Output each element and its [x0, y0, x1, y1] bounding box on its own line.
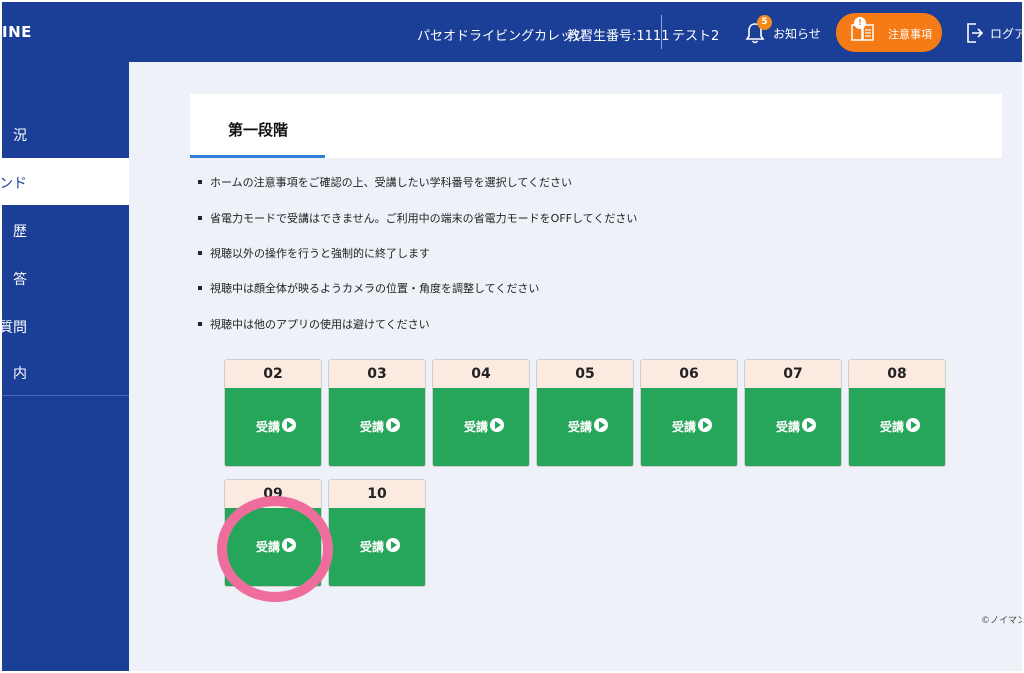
news-link[interactable]: お知らせ	[773, 25, 821, 42]
play-icon	[594, 418, 608, 432]
lesson-tile-08: 08 受講	[848, 359, 946, 467]
lesson-number: 02	[225, 360, 321, 388]
attend-button-label: 受講	[256, 540, 281, 554]
attend-button[interactable]: 受講	[641, 388, 737, 466]
attend-button[interactable]: 受講	[225, 388, 321, 466]
play-icon	[386, 538, 400, 552]
play-icon	[490, 418, 504, 432]
attend-button-label: 受講	[568, 420, 593, 434]
copyright: ©ノイマン	[981, 616, 1022, 626]
play-icon	[282, 418, 296, 432]
attend-button-label: 受講	[360, 420, 385, 434]
sidebar-item-label: 答	[13, 272, 27, 288]
lesson-tile-05: 05 受講	[536, 359, 634, 467]
notice-button-label: 注意事項	[888, 28, 932, 41]
app-frame: INE パセオドライビングカレッジ 教習生番号:1111 テスト2 5 お知らせ…	[2, 2, 1022, 671]
attend-button[interactable]: 受講	[745, 388, 841, 466]
play-icon	[282, 538, 296, 552]
sidebar-item-history[interactable]: 歴	[2, 206, 129, 253]
sidebar-item-answers[interactable]: 答	[2, 254, 129, 301]
attend-button[interactable]: 受講	[329, 388, 425, 466]
sidebar-item-label: 況	[13, 128, 27, 144]
sidebar-item-status[interactable]: 況	[2, 110, 129, 157]
attend-button-label: 受講	[256, 420, 281, 434]
attend-button[interactable]: 受講	[329, 508, 425, 586]
sidebar-item-label: 内	[13, 366, 27, 382]
stage-tab-header: 第一段階	[190, 94, 1002, 158]
play-icon	[906, 418, 920, 432]
brand-logo[interactable]: INE	[2, 23, 32, 41]
lesson-number: 03	[329, 360, 425, 388]
lesson-number: 10	[329, 480, 425, 508]
notice-button[interactable]: ! 注意事項	[836, 13, 942, 52]
lesson-number: 07	[745, 360, 841, 388]
top-bar: INE パセオドライビングカレッジ 教習生番号:1111 テスト2 5 お知らせ…	[2, 2, 1022, 62]
lesson-tile-02: 02 受講	[224, 359, 322, 467]
sidebar-item-label: マンド	[2, 176, 27, 192]
attend-button-label: 受講	[880, 420, 905, 434]
play-icon	[698, 418, 712, 432]
attend-button-label: 受講	[464, 420, 489, 434]
header-divider	[661, 15, 662, 49]
lesson-tile-09: 09 受講	[224, 479, 322, 587]
school-name: パセオドライビングカレッジ	[417, 29, 587, 44]
sidebar-item-label: 歴	[13, 224, 27, 240]
lesson-number: 05	[537, 360, 633, 388]
lesson-tile-10: 10 受講	[328, 479, 426, 587]
news-count-badge: 5	[757, 15, 772, 30]
sidebar-item-label: る質問	[2, 320, 27, 336]
attend-button[interactable]: 受講	[537, 388, 633, 466]
sidebar-divider	[2, 395, 129, 396]
logout-icon[interactable]	[966, 22, 984, 44]
attend-button-label: 受講	[672, 420, 697, 434]
lesson-tile-07: 07 受講	[744, 359, 842, 467]
logout-link[interactable]: ログア	[990, 25, 1022, 42]
attend-button[interactable]: 受講	[849, 388, 945, 466]
sidebar-item-on-demand[interactable]: マンド	[2, 158, 129, 205]
lesson-number: 06	[641, 360, 737, 388]
play-icon	[802, 418, 816, 432]
active-tab-indicator	[190, 155, 325, 158]
sidebar: 況 マンド 歴 答 る質問 内	[2, 62, 129, 671]
lesson-number: 09	[225, 480, 321, 508]
lesson-tile-06: 06 受講	[640, 359, 738, 467]
user-name: テスト2	[672, 29, 720, 44]
lesson-number: 04	[433, 360, 529, 388]
lesson-number: 08	[849, 360, 945, 388]
sidebar-item-guide[interactable]: 内	[2, 348, 129, 395]
lesson-tile-03: 03 受講	[328, 359, 426, 467]
sidebar-item-faq[interactable]: る質問	[2, 302, 129, 349]
student-number: 教習生番号:1111	[567, 29, 670, 44]
lesson-tile-04: 04 受講	[432, 359, 530, 467]
attend-button[interactable]: 受講	[225, 508, 321, 586]
play-icon	[386, 418, 400, 432]
page-title[interactable]: 第一段階	[228, 119, 288, 140]
attend-button[interactable]: 受講	[433, 388, 529, 466]
notice-alert-badge: !	[854, 17, 866, 29]
attend-button-label: 受講	[776, 420, 801, 434]
attend-button-label: 受講	[360, 540, 385, 554]
